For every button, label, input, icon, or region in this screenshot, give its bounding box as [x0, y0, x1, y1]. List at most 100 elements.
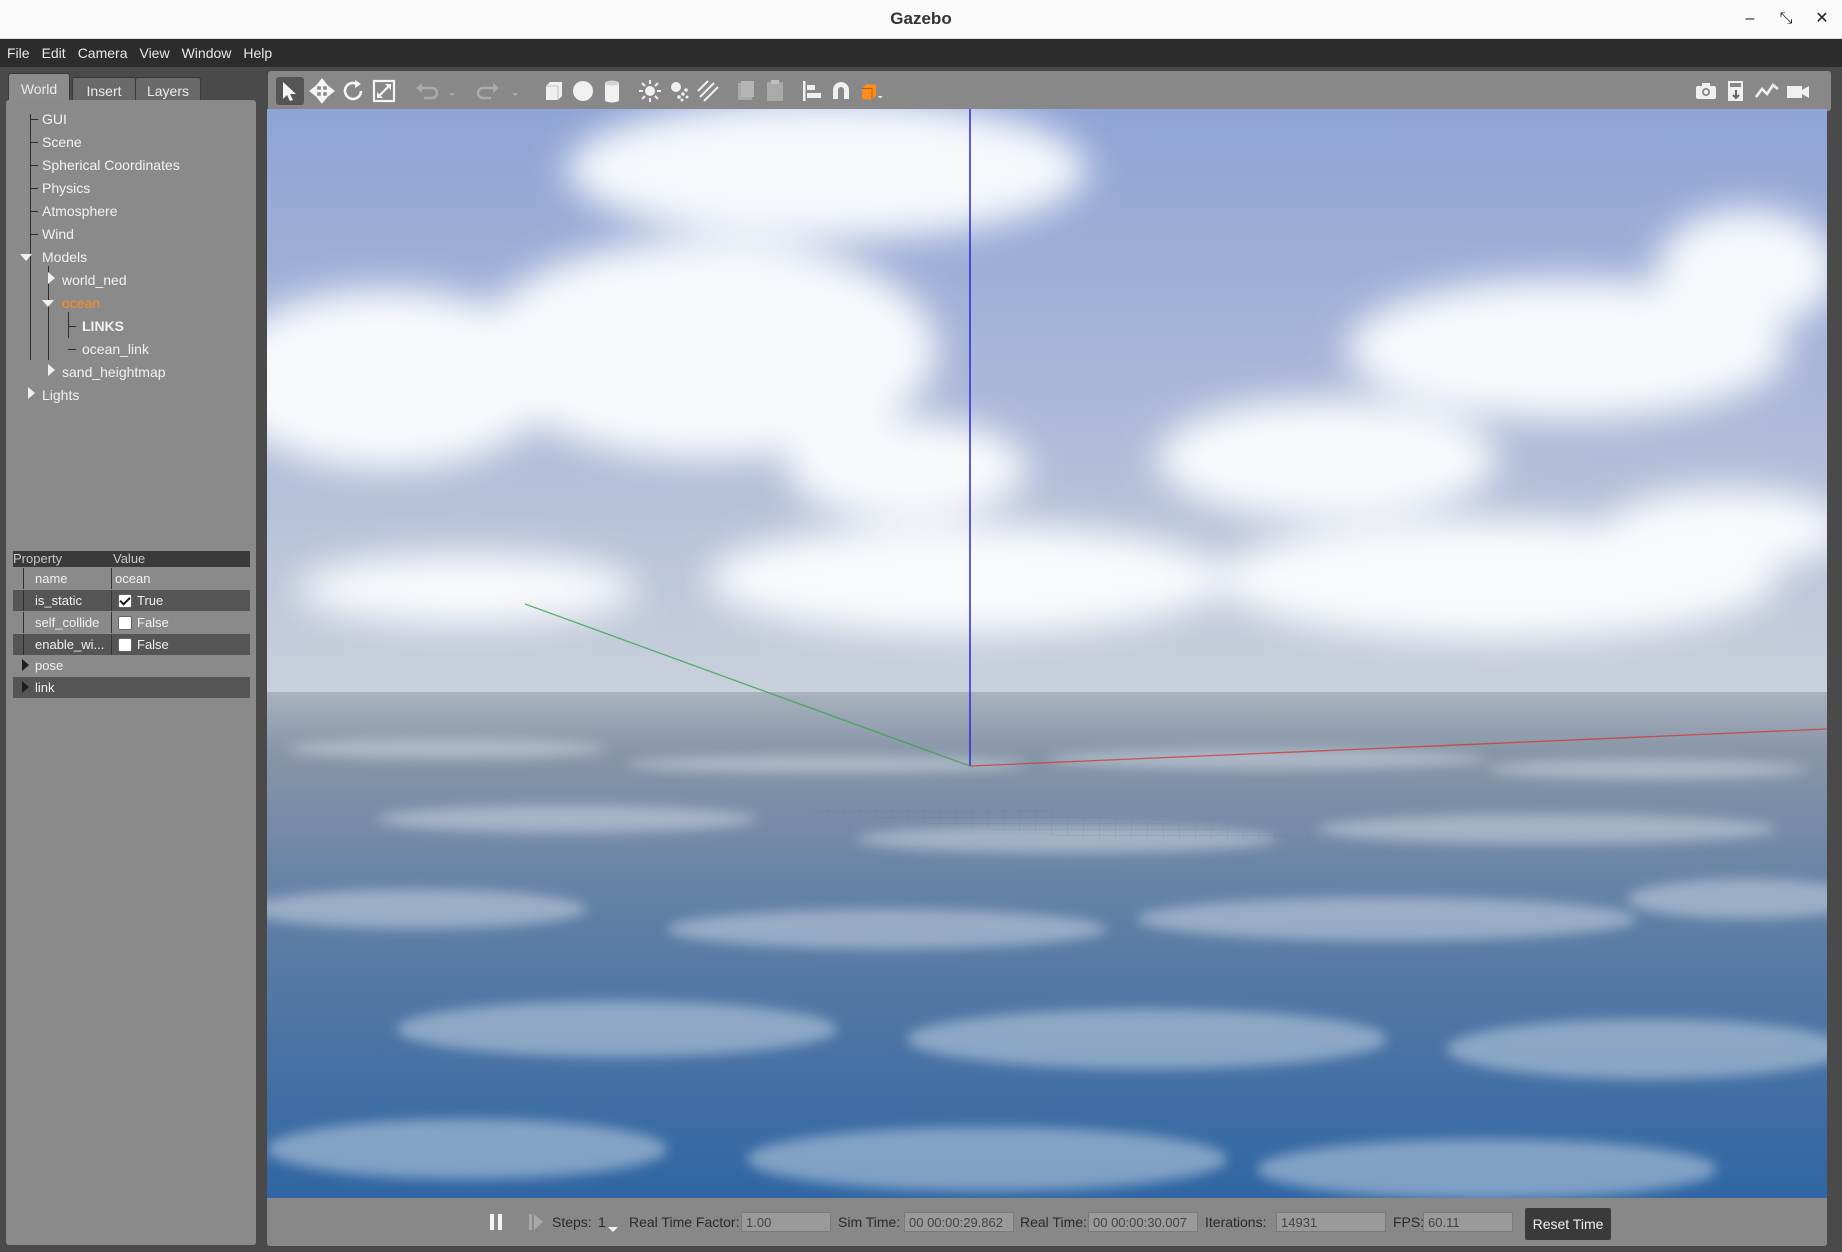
scene-viewport[interactable]: [267, 109, 1827, 1198]
align-icon[interactable]: [798, 77, 826, 105]
tree-item-physics[interactable]: Physics: [42, 177, 90, 199]
undo-icon[interactable]: [412, 77, 440, 105]
tree-item-ocean[interactable]: ocean: [62, 292, 100, 314]
point-light-icon[interactable]: [636, 77, 664, 105]
redo-history-chevron-icon[interactable]: [501, 77, 518, 105]
iterations-field: 14931: [1276, 1212, 1386, 1232]
property-row-is-static[interactable]: is_static True: [13, 590, 250, 611]
tree-branch: [30, 211, 38, 212]
tree-trunk: [30, 114, 31, 360]
property-name: enable_wi...: [35, 637, 105, 652]
view-angle-icon[interactable]: [858, 77, 892, 105]
title-bar: Gazebo – ⤡ ✕: [0, 0, 1842, 39]
property-row-link[interactable]: link: [13, 677, 250, 698]
menu-window[interactable]: Window: [176, 39, 238, 67]
box-shape-icon[interactable]: [540, 77, 568, 105]
pause-icon[interactable]: [489, 1212, 503, 1232]
property-name: link: [35, 680, 55, 695]
menu-edit[interactable]: Edit: [36, 39, 72, 67]
self-collide-checkbox[interactable]: [118, 616, 132, 630]
real-time-factor-label: Real Time Factor:: [629, 1214, 740, 1230]
log-recorder-icon[interactable]: [1722, 77, 1750, 105]
paste-icon[interactable]: [761, 77, 789, 105]
property-row-pose[interactable]: pose: [13, 655, 250, 676]
tree-branch: [30, 142, 38, 143]
tree-branch: [30, 188, 38, 189]
rotate-mode-icon[interactable]: [339, 77, 367, 105]
snap-magnet-icon[interactable]: [827, 77, 855, 105]
row-guide: [23, 568, 24, 589]
steps-label: Steps:: [552, 1214, 592, 1230]
expand-ocean-icon[interactable]: [42, 300, 54, 307]
scale-mode-icon[interactable]: [370, 77, 398, 105]
property-row-self-collide[interactable]: self_collide False: [13, 612, 250, 633]
row-separator: [111, 612, 112, 633]
toolbar: [268, 71, 1831, 111]
enable-wind-checkbox[interactable]: [118, 638, 132, 652]
tree-item-atmosphere[interactable]: Atmosphere: [42, 200, 117, 222]
row-guide: [23, 634, 24, 655]
menu-camera[interactable]: Camera: [72, 39, 134, 67]
row-guide: [23, 590, 24, 611]
menu-bar: File Edit Camera View Window Help: [0, 39, 1842, 67]
expand-sand-heightmap-icon[interactable]: [48, 364, 55, 376]
plot-icon[interactable]: [1753, 77, 1781, 105]
tree-item-spherical-coordinates[interactable]: Spherical Coordinates: [42, 154, 180, 176]
tree-item-lights[interactable]: Lights: [42, 384, 79, 406]
tree-branch: [30, 234, 38, 235]
property-value: False: [137, 615, 169, 630]
left-panel: World Insert Layers GUI Scene Spherical …: [0, 67, 264, 1252]
spot-light-icon[interactable]: [665, 77, 693, 105]
minimize-button[interactable]: –: [1732, 0, 1768, 38]
expand-models-icon[interactable]: [20, 254, 32, 261]
row-separator: [111, 634, 112, 655]
expand-lights-icon[interactable]: [28, 387, 35, 399]
video-recorder-icon[interactable]: [1784, 77, 1812, 105]
sim-time-field: 00 00:00:29.862: [904, 1212, 1014, 1232]
tree-branch: [68, 326, 76, 327]
translate-mode-icon[interactable]: [308, 77, 336, 105]
expand-pose-icon[interactable]: [22, 659, 29, 671]
expand-world-ned-icon[interactable]: [48, 272, 55, 284]
menu-help[interactable]: Help: [237, 39, 278, 67]
tree-item-sand-heightmap[interactable]: sand_heightmap: [62, 361, 166, 383]
row-separator: [111, 568, 112, 589]
undo-history-chevron-icon[interactable]: [438, 77, 455, 105]
step-forward-icon[interactable]: [528, 1212, 544, 1232]
tree-item-models[interactable]: Models: [42, 246, 87, 268]
redo-icon[interactable]: [475, 77, 503, 105]
tree-branch: [30, 119, 38, 120]
screenshot-camera-icon[interactable]: [1692, 77, 1720, 105]
reset-time-button[interactable]: Reset Time: [1525, 1208, 1611, 1240]
tree-item-wind[interactable]: Wind: [42, 223, 74, 245]
status-bar: Steps: 1 Real Time Factor: 1.00 Sim Time…: [267, 1198, 1827, 1246]
property-column-header: Property: [13, 551, 63, 566]
property-name: self_collide: [35, 615, 100, 630]
tree-item-scene[interactable]: Scene: [42, 131, 82, 153]
tree-item-ocean-link[interactable]: ocean_link: [82, 338, 149, 360]
sphere-shape-icon[interactable]: [569, 77, 597, 105]
cylinder-shape-icon[interactable]: [598, 77, 626, 105]
property-row-name[interactable]: name ocean: [13, 568, 250, 589]
window-title: Gazebo: [890, 9, 952, 28]
property-row-enable-wind[interactable]: enable_wi... False: [13, 634, 250, 655]
property-value[interactable]: ocean: [115, 568, 150, 589]
select-mode-icon[interactable]: [276, 77, 304, 105]
restore-button[interactable]: ⤡: [1768, 0, 1804, 38]
real-time-label: Real Time:: [1020, 1214, 1087, 1230]
tree-item-links[interactable]: LINKS: [82, 315, 124, 337]
steps-value[interactable]: 1: [598, 1211, 606, 1233]
copy-icon[interactable]: [732, 77, 760, 105]
property-name: is_static: [35, 593, 82, 608]
expand-link-icon[interactable]: [22, 681, 29, 693]
tree-item-world-ned[interactable]: world_ned: [62, 269, 127, 291]
tree-item-gui[interactable]: GUI: [42, 108, 67, 130]
tree-branch: [30, 165, 38, 166]
steps-chevron-down-icon[interactable]: [608, 1220, 618, 1237]
scene-render[interactable]: [267, 109, 1827, 1198]
directional-light-icon[interactable]: [694, 77, 722, 105]
is-static-checkbox[interactable]: [118, 594, 132, 608]
menu-file[interactable]: File: [0, 39, 36, 67]
menu-view[interactable]: View: [133, 39, 175, 67]
close-button[interactable]: ✕: [1804, 0, 1840, 38]
